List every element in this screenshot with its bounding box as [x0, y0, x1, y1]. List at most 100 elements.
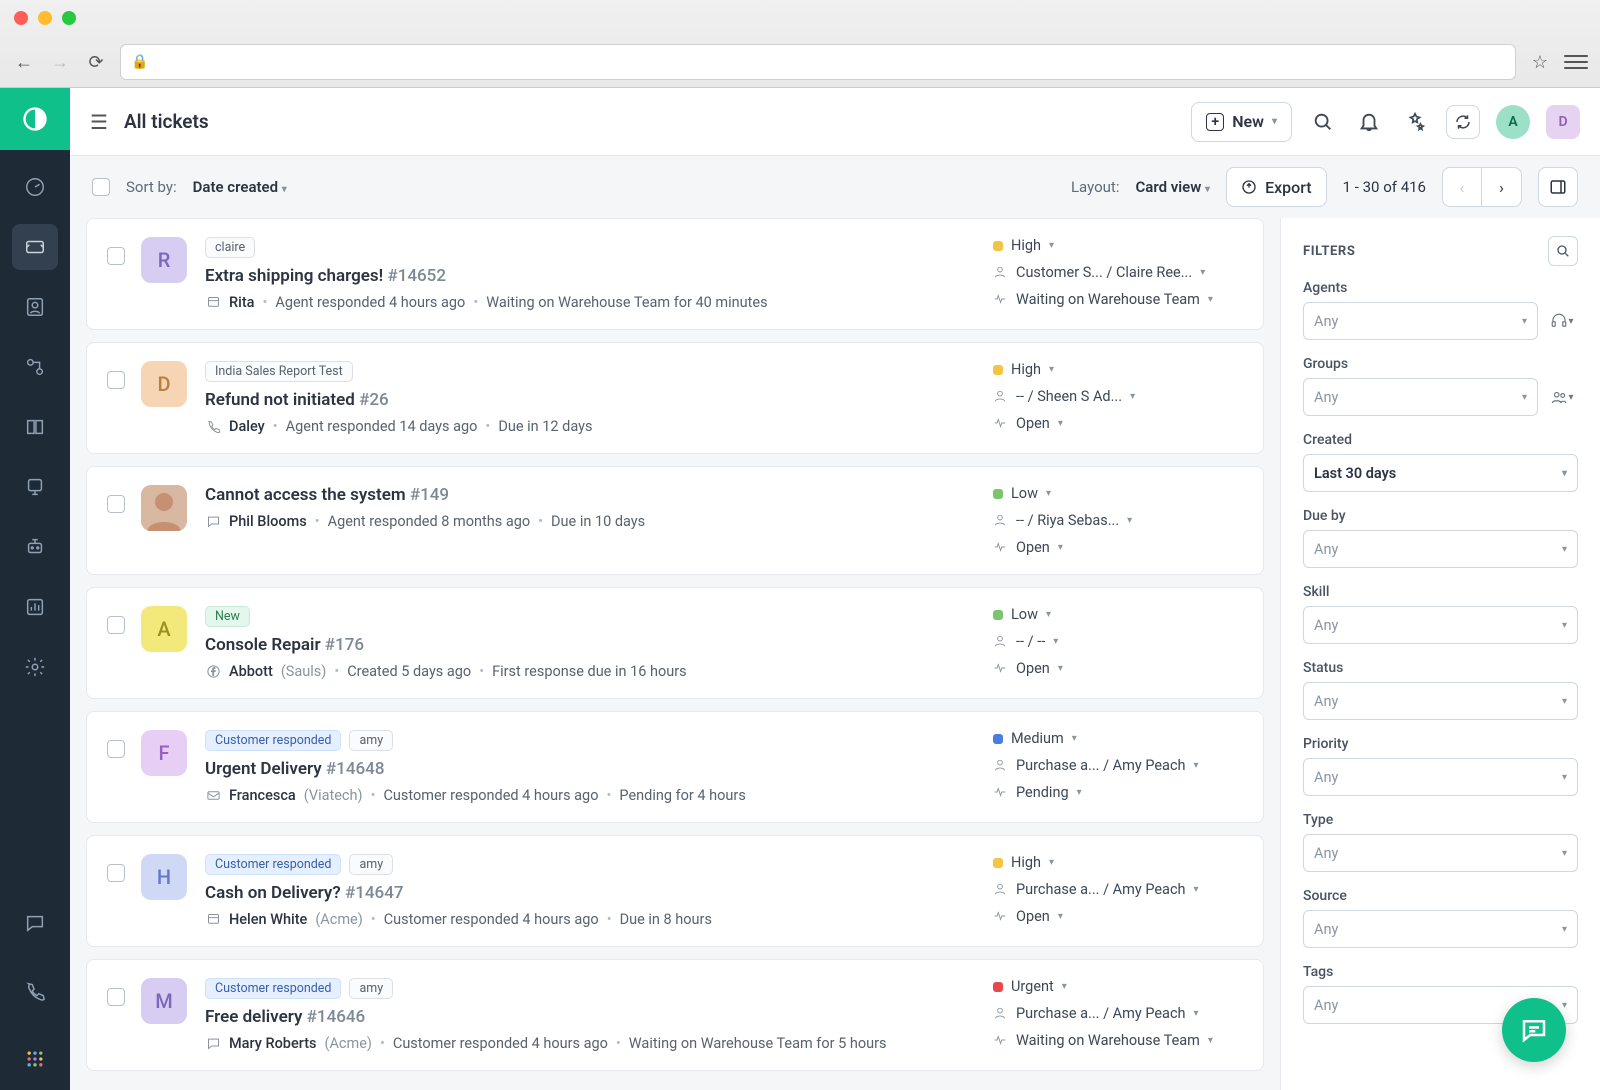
status-dropdown[interactable]: Waiting on Warehouse Team ▾	[993, 1032, 1243, 1049]
window-minimize[interactable]	[38, 11, 52, 25]
browser-back-icon[interactable]: ←	[12, 50, 36, 74]
bookmark-star-icon[interactable]: ☆	[1528, 50, 1552, 74]
assignee-dropdown[interactable]: -- / Sheen S Ad... ▾	[993, 388, 1243, 405]
sidebar-phone[interactable]	[12, 968, 58, 1014]
priority-dropdown[interactable]: High ▾	[993, 237, 1243, 254]
ticket-card[interactable]: M Customer respondedamy Free delivery #1…	[86, 959, 1264, 1071]
ticket-card[interactable]: Cannot access the system #149 Phil Bloom…	[86, 466, 1264, 575]
sidebar-forums[interactable]	[12, 464, 58, 510]
priority-dropdown[interactable]: Medium ▾	[993, 730, 1243, 747]
status-dropdown[interactable]: Open ▾	[993, 908, 1243, 925]
browser-reload-icon[interactable]: ⟳	[84, 50, 108, 74]
filter-select-groups[interactable]: Any▾	[1303, 378, 1538, 416]
requester-name[interactable]: Rita	[229, 294, 254, 311]
requester-name[interactable]: Francesca	[229, 787, 296, 804]
priority-dropdown[interactable]: High ▾	[993, 361, 1243, 378]
requester-avatar: D	[141, 361, 187, 407]
priority-dot	[993, 734, 1003, 744]
priority-dropdown[interactable]: Urgent ▾	[993, 978, 1243, 995]
chat-fab[interactable]	[1502, 998, 1566, 1062]
status-dropdown[interactable]: Waiting on Warehouse Team ▾	[993, 291, 1243, 308]
ticket-checkbox[interactable]	[107, 988, 125, 1006]
priority-dropdown[interactable]: Low ▾	[993, 606, 1243, 623]
sort-dropdown[interactable]: Date created ▾	[193, 178, 287, 196]
sidebar-settings[interactable]	[12, 644, 58, 690]
status-dropdown[interactable]: Open ▾	[993, 660, 1243, 677]
assignee-dropdown[interactable]: -- / -- ▾	[993, 633, 1243, 650]
freddy-ai-icon[interactable]	[1400, 107, 1430, 137]
priority-dropdown[interactable]: Low ▾	[993, 485, 1243, 502]
sidebar-bot[interactable]	[12, 524, 58, 570]
panel-toggle-button[interactable]	[1538, 167, 1578, 207]
ticket-card[interactable]: F Customer respondedamy Urgent Delivery …	[86, 711, 1264, 823]
new-button[interactable]: + New ▾	[1191, 102, 1292, 142]
ticket-card[interactable]: D India Sales Report Test Refund not ini…	[86, 342, 1264, 454]
filter-select-type[interactable]: Any▾	[1303, 834, 1578, 872]
pager-next[interactable]: ›	[1482, 167, 1522, 207]
layout-dropdown[interactable]: Card view ▾	[1135, 178, 1210, 196]
ticket-checkbox[interactable]	[107, 247, 125, 265]
search-icon[interactable]	[1308, 107, 1338, 137]
ticket-checkbox[interactable]	[107, 864, 125, 882]
status-dropdown[interactable]: Open ▾	[993, 415, 1243, 432]
assignee-dropdown[interactable]: Purchase a... / Amy Peach ▾	[993, 881, 1243, 898]
ticket-subject[interactable]: Extra shipping charges! #14652	[205, 266, 993, 286]
filter-select-due by[interactable]: Any▾	[1303, 530, 1578, 568]
ticket-checkbox[interactable]	[107, 495, 125, 513]
sidebar-contacts[interactable]	[12, 284, 58, 330]
ticket-checkbox[interactable]	[107, 740, 125, 758]
filter-select-agents[interactable]: Any▾	[1303, 302, 1538, 340]
window-zoom[interactable]	[62, 11, 76, 25]
ticket-subject[interactable]: Free delivery #14646	[205, 1007, 993, 1027]
requester-name[interactable]: Helen White	[229, 911, 307, 928]
requester-name[interactable]: Mary Roberts	[229, 1035, 317, 1052]
user-avatar-1[interactable]: A	[1496, 105, 1530, 139]
assignee-dropdown[interactable]: Purchase a... / Amy Peach ▾	[993, 1005, 1243, 1022]
ticket-checkbox[interactable]	[107, 616, 125, 634]
status-dropdown[interactable]: Pending ▾	[993, 784, 1243, 801]
sidebar-kb[interactable]	[12, 404, 58, 450]
assignee-dropdown[interactable]: Customer S... / Claire Ree... ▾	[993, 264, 1243, 281]
select-all-checkbox[interactable]	[92, 178, 110, 196]
assignee-dropdown[interactable]: Purchase a... / Amy Peach ▾	[993, 757, 1243, 774]
filter-select-priority[interactable]: Any▾	[1303, 758, 1578, 796]
sidebar-reports[interactable]	[12, 584, 58, 630]
ticket-card[interactable]: H Customer respondedamy Cash on Delivery…	[86, 835, 1264, 947]
filter-people-icon[interactable]: ▾	[1546, 381, 1578, 413]
window-close[interactable]	[14, 11, 28, 25]
ticket-checkbox[interactable]	[107, 371, 125, 389]
assignee-dropdown[interactable]: -- / Riya Sebas... ▾	[993, 512, 1243, 529]
browser-menu-icon[interactable]	[1564, 50, 1588, 74]
ticket-subject[interactable]: Urgent Delivery #14648	[205, 759, 993, 779]
ticket-subject[interactable]: Console Repair #176	[205, 635, 993, 655]
filter-select-created[interactable]: Last 30 days▾	[1303, 454, 1578, 492]
app-logo[interactable]	[0, 88, 70, 150]
filters-search-button[interactable]	[1548, 236, 1578, 266]
export-button[interactable]: Export	[1226, 167, 1327, 207]
requester-name[interactable]: Abbott	[229, 663, 273, 680]
ticket-subject[interactable]: Refund not initiated #26	[205, 390, 993, 410]
sidebar-dashboard[interactable]	[12, 164, 58, 210]
ticket-card[interactable]: R claire Extra shipping charges! #14652 …	[86, 218, 1264, 330]
menu-toggle-icon[interactable]: ☰	[90, 110, 108, 134]
ticket-subject[interactable]: Cannot access the system #149	[205, 485, 993, 505]
sidebar-freshchat[interactable]	[12, 900, 58, 946]
requester-name[interactable]: Phil Blooms	[229, 513, 307, 530]
requester-name[interactable]: Daley	[229, 418, 265, 435]
ticket-subject[interactable]: Cash on Delivery? #14647	[205, 883, 993, 903]
url-bar[interactable]: 🔒	[120, 44, 1516, 80]
refresh-button[interactable]	[1446, 105, 1480, 139]
priority-dropdown[interactable]: High ▾	[993, 854, 1243, 871]
filter-select-skill[interactable]: Any▾	[1303, 606, 1578, 644]
user-avatar-2[interactable]: D	[1546, 105, 1580, 139]
filter-headset-icon[interactable]: ▾	[1546, 305, 1578, 337]
ticket-card[interactable]: A New Console Repair #176 Abbott (Sauls)…	[86, 587, 1264, 699]
status-dropdown[interactable]: Open ▾	[993, 539, 1243, 556]
notifications-icon[interactable]	[1354, 107, 1384, 137]
priority-label: Low	[1011, 485, 1038, 502]
filter-select-status[interactable]: Any▾	[1303, 682, 1578, 720]
sidebar-automation[interactable]	[12, 344, 58, 390]
sidebar-tickets[interactable]	[12, 224, 58, 270]
filter-select-source[interactable]: Any▾	[1303, 910, 1578, 948]
sidebar-apps[interactable]	[12, 1036, 58, 1082]
